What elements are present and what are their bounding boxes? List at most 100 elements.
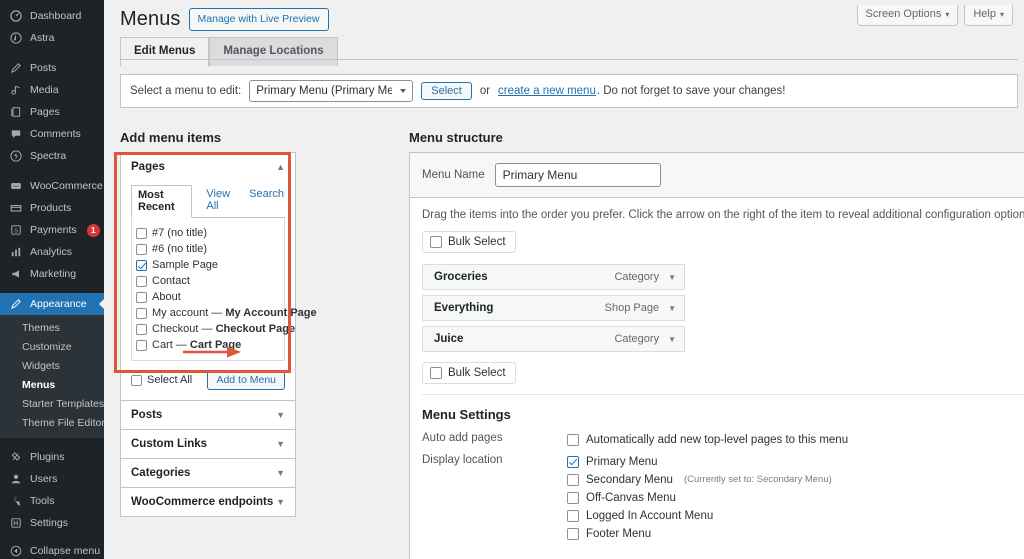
media-icon	[9, 83, 23, 97]
location-checkbox[interactable]	[567, 456, 579, 468]
accordion-categories-title: Categories	[131, 467, 190, 479]
chevron-up-icon[interactable]: ▲	[276, 163, 285, 172]
list-item[interactable]: Checkout — Checkout Page	[136, 321, 278, 337]
location-option-footer-menu[interactable]: Footer Menu	[567, 525, 1024, 543]
sidebar-item-dashboard[interactable]: Dashboard	[0, 5, 104, 27]
sidebar-item-media[interactable]: Media	[0, 79, 104, 101]
menu-select-dropdown[interactable]: Primary Menu (Primary Menu)	[249, 80, 413, 102]
chevron-down-icon[interactable]: ▼	[276, 469, 285, 478]
pages-tab-most-recent[interactable]: Most Recent	[131, 185, 192, 218]
page-label-row: My account — My Account Page	[152, 306, 317, 320]
chevron-down-icon[interactable]: ▼	[276, 498, 285, 507]
sidebar-item-settings[interactable]: Settings	[0, 512, 104, 534]
sidebar-subitem-menus[interactable]: Menus	[0, 376, 104, 395]
sidebar-item-products[interactable]: Products	[0, 197, 104, 219]
create-new-menu-link[interactable]: create a new menu	[498, 85, 596, 97]
list-item[interactable]: Cart — Cart Page	[136, 337, 278, 353]
sidebar-item-pages[interactable]: Pages	[0, 101, 104, 123]
list-item[interactable]: Contact	[136, 273, 278, 289]
sidebar-item-collapse-menu[interactable]: Collapse menu	[0, 540, 104, 559]
sidebar-item-label: WooCommerce	[30, 180, 103, 192]
page-checkbox[interactable]	[136, 324, 147, 335]
select-all-checkbox[interactable]	[131, 375, 142, 386]
location-option-off-canvas-menu[interactable]: Off-Canvas Menu	[567, 489, 1024, 507]
page-checkbox[interactable]	[136, 228, 147, 239]
location-checkbox[interactable]	[567, 474, 579, 486]
sidebar-item-payments[interactable]: S Payments 1	[0, 219, 104, 241]
add-to-menu-button[interactable]: Add to Menu	[207, 370, 285, 390]
tab-edit-menus[interactable]: Edit Menus	[120, 37, 209, 67]
location-checkbox[interactable]	[567, 492, 579, 504]
sidebar-item-analytics[interactable]: Analytics	[0, 241, 104, 263]
chevron-down-icon[interactable]: ▼	[276, 440, 285, 449]
pages-tab-view-all[interactable]: View All	[205, 185, 235, 217]
chevron-down-icon[interactable]: ▼	[276, 411, 285, 420]
location-label: Logged In Account Menu	[586, 508, 713, 524]
page-checkbox[interactable]	[136, 276, 147, 287]
help-button[interactable]: Help ▾	[964, 5, 1013, 26]
sidebar-divider	[0, 285, 104, 293]
auto-add-pages-row: Auto add pages Automatically add new top…	[422, 431, 1024, 449]
sidebar-subitem-theme-file-editor[interactable]: Theme File Editor	[0, 414, 104, 433]
select-all-label: Select All	[147, 374, 192, 386]
chevron-down-icon[interactable]: ▼	[668, 335, 676, 344]
sidebar-item-woocommerce[interactable]: woo WooCommerce	[0, 175, 104, 197]
bulk-select-checkbox[interactable]	[430, 367, 442, 379]
sidebar-subitem-customize[interactable]: Customize	[0, 338, 104, 357]
sidebar-subitem-themes[interactable]: Themes	[0, 319, 104, 338]
sidebar-item-plugins[interactable]: Plugins	[0, 446, 104, 468]
select-button[interactable]: Select	[421, 82, 472, 100]
sidebar-subitem-starter-templates[interactable]: Starter Templates	[0, 395, 104, 414]
menu-item-row[interactable]: Groceries Category ▼	[422, 264, 685, 290]
location-checkbox[interactable]	[567, 510, 579, 522]
sidebar-item-comments[interactable]: Comments	[0, 123, 104, 145]
accordion-posts-header[interactable]: Posts ▼	[121, 401, 295, 429]
sidebar-item-appearance[interactable]: Appearance	[0, 293, 104, 315]
sidebar-item-spectra[interactable]: Spectra	[0, 145, 104, 167]
sidebar-item-marketing[interactable]: Marketing	[0, 263, 104, 285]
manage-with-live-preview-button[interactable]: Manage with Live Preview	[189, 8, 329, 31]
bulk-select-bottom[interactable]: Bulk Select	[422, 362, 516, 384]
page-checkbox[interactable]	[136, 260, 147, 271]
select-all-control[interactable]: Select All	[131, 374, 192, 386]
menu-structure-heading: Menu structure	[409, 130, 503, 145]
location-option-logged-in-account-menu[interactable]: Logged In Account Menu	[567, 507, 1024, 525]
list-item[interactable]: #7 (no title)	[136, 225, 278, 241]
list-item[interactable]: Sample Page	[136, 257, 278, 273]
sidebar-item-label: Tools	[30, 495, 55, 507]
sidebar-item-astra[interactable]: Astra	[0, 27, 104, 49]
auto-add-pages-option[interactable]: Automatically add new top-level pages to…	[567, 431, 1024, 449]
page-checkbox[interactable]	[136, 292, 147, 303]
page-label: #6 (no title)	[152, 242, 207, 256]
location-checkbox[interactable]	[567, 528, 579, 540]
accordion-pages-header[interactable]: Pages ▲	[121, 153, 295, 181]
svg-text:S: S	[14, 228, 18, 234]
screen-options-button[interactable]: Screen Options ▾	[857, 5, 959, 26]
sidebar-item-users[interactable]: Users	[0, 468, 104, 490]
sidebar-item-tools[interactable]: Tools	[0, 490, 104, 512]
page-checkbox[interactable]	[136, 340, 147, 351]
list-item[interactable]: My account — My Account Page	[136, 305, 278, 321]
sidebar-item-posts[interactable]: Posts	[0, 57, 104, 79]
menu-item-row[interactable]: Everything Shop Page ▼	[422, 295, 685, 321]
accordion-custom-links-header[interactable]: Custom Links ▼	[121, 430, 295, 458]
page-checkbox[interactable]	[136, 244, 147, 255]
location-option-secondary-menu[interactable]: Secondary Menu (Currently set to: Second…	[567, 471, 1024, 489]
accordion-categories-header[interactable]: Categories ▼	[121, 459, 295, 487]
chevron-down-icon[interactable]: ▼	[668, 304, 676, 313]
sidebar-subitem-widgets[interactable]: Widgets	[0, 357, 104, 376]
accordion-woocommerce-endpoints-header[interactable]: WooCommerce endpoints ▼	[121, 488, 295, 516]
auto-add-pages-checkbox[interactable]	[567, 434, 579, 446]
menu-item-row[interactable]: Juice Category ▼	[422, 326, 685, 352]
page-checkbox[interactable]	[136, 308, 147, 319]
chevron-down-icon[interactable]: ▼	[668, 273, 676, 282]
pages-tab-search[interactable]: Search	[248, 185, 285, 217]
bulk-select-checkbox[interactable]	[430, 236, 442, 248]
bulk-select-top[interactable]: Bulk Select	[422, 231, 516, 253]
list-item[interactable]: #6 (no title)	[136, 241, 278, 257]
menu-name-input[interactable]	[495, 163, 661, 187]
tab-manage-locations[interactable]: Manage Locations	[209, 37, 337, 66]
accordion-pages-body: Most Recent View All Search #7 (no title…	[121, 181, 295, 400]
location-option-primary-menu[interactable]: Primary Menu	[567, 453, 1024, 471]
list-item[interactable]: About	[136, 289, 278, 305]
